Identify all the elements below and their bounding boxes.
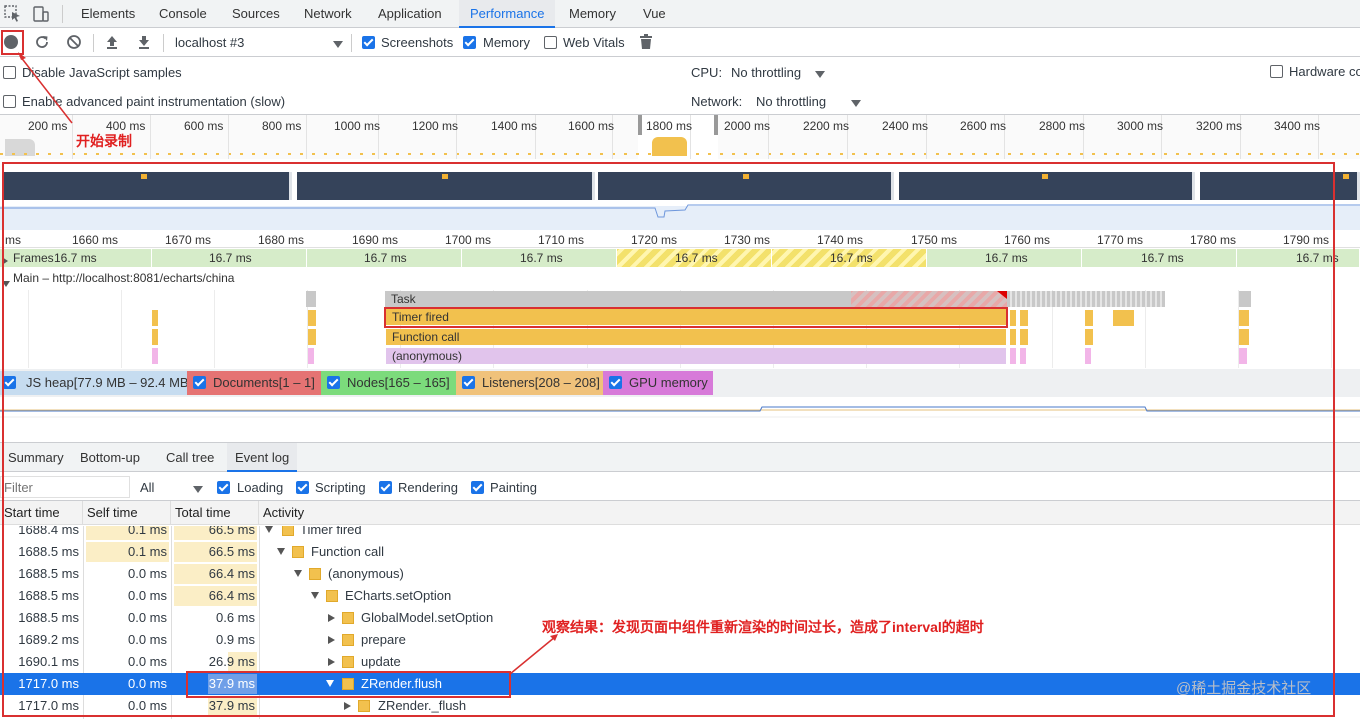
watermark: @稀土掘金技术社区: [1176, 680, 1312, 697]
result-annotation: 观察结果：发现页面中组件重新渲染的时间过长，造成了interval的超时: [542, 619, 984, 635]
record-annotation: 开始录制: [76, 133, 132, 149]
annotation-arrows: [18, 52, 558, 675]
